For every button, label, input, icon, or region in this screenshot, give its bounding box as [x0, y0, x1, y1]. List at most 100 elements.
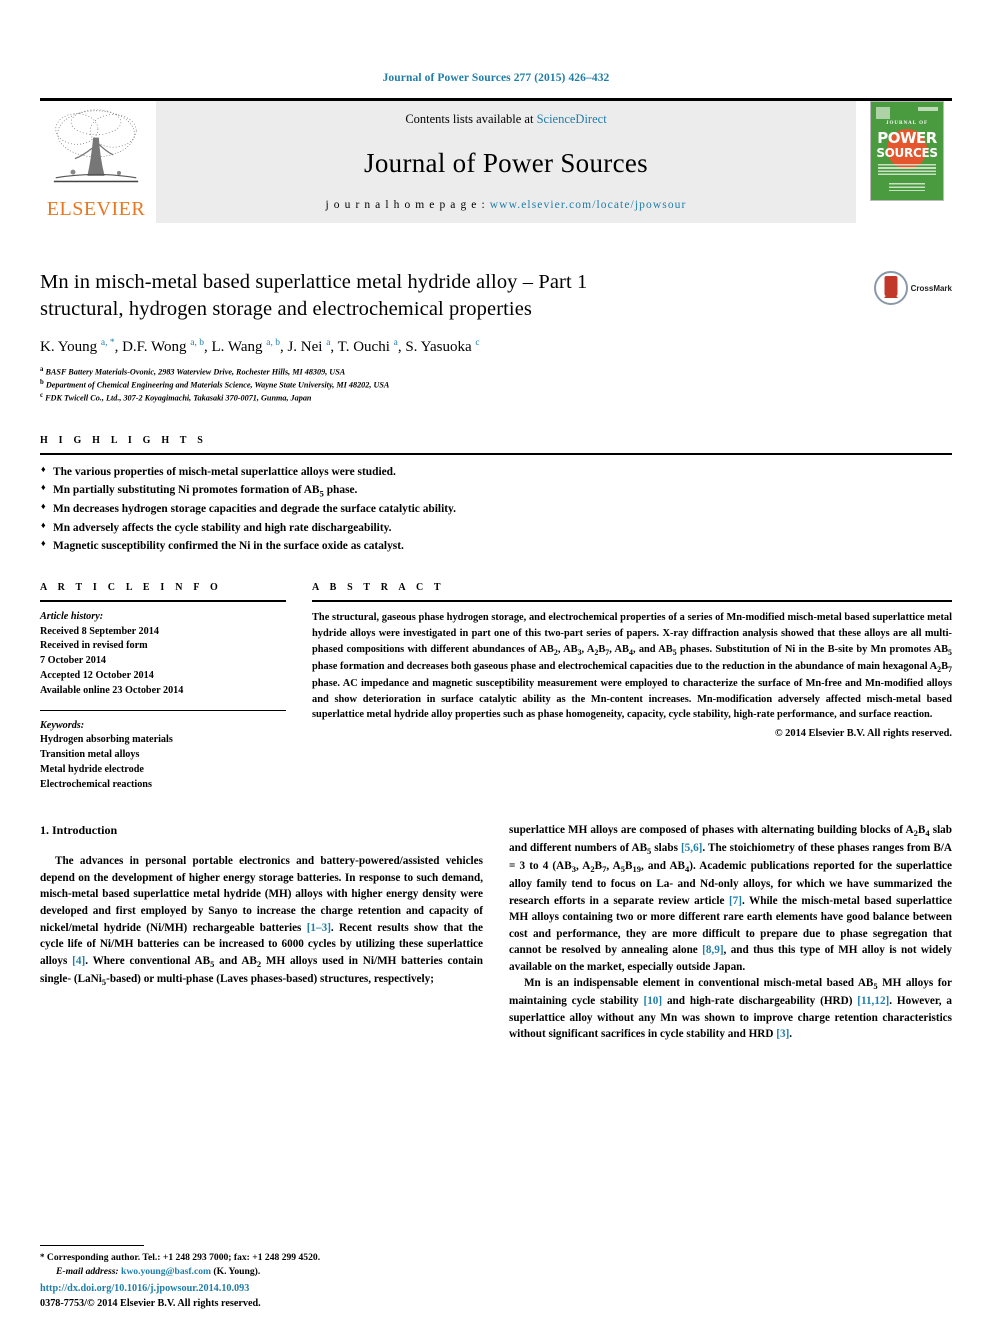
author-marks: a	[326, 338, 331, 349]
section-heading-introduction: 1. Introduction	[40, 823, 118, 838]
citation-link[interactable]: [7]	[729, 895, 742, 907]
author-name: S. Yasuoka	[405, 339, 472, 356]
cover-word-power: POWER	[877, 129, 937, 147]
highlight-text: Magnetic susceptibility confirmed the Ni…	[53, 540, 404, 553]
asterisk-icon: *	[40, 1252, 45, 1263]
footnote-rule	[40, 1245, 144, 1247]
author-entry: J. Nei a	[287, 338, 331, 355]
affiliation-text: Department of Chemical Engineering and M…	[45, 380, 390, 390]
paper-page: Journal of Power Sources 277 (2015) 426–…	[0, 0, 992, 1323]
history-line: Received 8 September 2014	[40, 625, 159, 637]
cover-image: JOURNAL OF POWER SOURCES	[870, 101, 944, 201]
highlight-text: The various properties of misch-metal su…	[53, 465, 396, 478]
cover-issn-block	[918, 107, 938, 111]
elsevier-logo: ELSEVIER	[40, 101, 152, 223]
citation-link[interactable]: [1–3]	[307, 922, 331, 934]
author-list: K. Young a, *, D.F. Wong a, b, L. Wang a…	[40, 338, 480, 356]
journal-title: Journal of Power Sources	[364, 147, 648, 178]
list-item: The various properties of misch-metal su…	[40, 462, 952, 481]
title-and-authors: Mn in misch-metal based superlattice met…	[40, 269, 852, 405]
author-name: T. Ouchi	[337, 339, 390, 356]
author-name: K. Young	[40, 339, 98, 356]
journal-masthead: ELSEVIER Contents lists available at Sci…	[40, 98, 952, 223]
citation-link[interactable]: [10]	[643, 995, 662, 1007]
affiliation-mark: c	[40, 392, 44, 400]
email-label: E-mail address:	[56, 1266, 119, 1278]
author-entry: L. Wang a, b	[211, 338, 280, 356]
list-item: Magnetic susceptibility confirmed the Ni…	[40, 536, 952, 555]
paragraph: superlattice MH alloys are composed of p…	[509, 824, 952, 973]
keywords-group: Keywords: Hydrogen absorbing materials T…	[40, 719, 286, 793]
crossmark-label: CrossMark	[910, 283, 952, 293]
keyword-item: Electrochemical reactions	[40, 778, 152, 790]
citation-link[interactable]: [4]	[72, 955, 85, 967]
abstract-text: The structural, gaseous phase hydrogen s…	[312, 611, 952, 721]
elsevier-wordmark: ELSEVIER	[46, 198, 146, 220]
corresponding-author-text: Corresponding author. Tel.: +1 248 293 7…	[46, 1252, 321, 1264]
author-marks: a, *	[100, 338, 115, 349]
citation-link[interactable]: [8,9]	[702, 944, 723, 956]
article-history-group: Article history: Received 8 September 20…	[40, 610, 286, 699]
history-line: Available online 23 October 2014	[40, 684, 184, 696]
crossmark-badge[interactable]: CrossMark	[873, 271, 952, 305]
affiliation-item: a BASF Battery Materials-Ovonic, 2983 Wa…	[40, 365, 840, 378]
corresponding-author-note: * Corresponding author. Tel.: +1 248 293…	[40, 1251, 472, 1265]
citation-link[interactable]: [11,12]	[857, 995, 889, 1007]
list-item: Mn partially substituting Ni promotes fo…	[40, 480, 952, 500]
body-columns: 1. Introduction The advances in personal…	[40, 822, 952, 1043]
article-info-body: Article history: Received 8 September 20…	[40, 602, 286, 793]
list-item: Mn decreases hydrogen storage capacities…	[40, 499, 952, 518]
author-entry: T. Ouchi a	[337, 338, 398, 356]
highlight-text: Mn decreases hydrogen storage capacities…	[53, 503, 456, 516]
cover-journal-of-text: JOURNAL OF	[885, 121, 929, 126]
highlight-text: Mn partially substituting Ni promotes fo…	[53, 484, 358, 499]
author-name: L. Wang	[211, 339, 263, 356]
abstract-section: A B S T R A C T The structural, gaseous …	[312, 582, 952, 793]
affiliation-text: BASF Battery Materials-Ovonic, 2983 Wate…	[45, 367, 346, 377]
affiliation-item: b Department of Chemical Engineering and…	[40, 378, 840, 391]
footer-block: http://dx.doi.org/10.1016/j.jpowsour.201…	[40, 1282, 472, 1311]
cover-word-sources: SOURCES	[876, 146, 938, 160]
keyword-item: Metal hydride electrode	[40, 763, 144, 775]
abstract-body: The structural, gaseous phase hydrogen s…	[312, 602, 952, 739]
cover-elsevier-mark-icon	[876, 107, 890, 119]
history-line: 7 October 2014	[40, 655, 107, 667]
page-title: Mn in misch-metal based superlattice met…	[40, 269, 840, 323]
issn-copyright-line: 0378-7753/© 2014 Elsevier B.V. All right…	[40, 1297, 261, 1309]
highlights-list: The various properties of misch-metal su…	[40, 455, 952, 556]
email-link[interactable]: kwo.young@basf.com	[121, 1266, 211, 1277]
sciencedirect-link[interactable]: ScienceDirect	[537, 112, 607, 126]
keywords-separator	[40, 709, 286, 711]
info-abstract-row: A R T I C L E I N F O Article history: R…	[40, 582, 952, 793]
article-history-label: Article history:	[40, 610, 104, 622]
article-info-section: A R T I C L E I N F O Article history: R…	[40, 582, 286, 793]
keyword-item: Transition metal alloys	[40, 749, 140, 761]
title-block: Mn in misch-metal based superlattice met…	[40, 269, 952, 405]
body-column-left: 1. Introduction The advances in personal…	[40, 822, 483, 1043]
keyword-item: Hydrogen absorbing materials	[40, 734, 173, 746]
highlights-heading: H I G H L I G H T S	[40, 434, 207, 446]
doi-link[interactable]: http://dx.doi.org/10.1016/j.jpowsour.201…	[40, 1282, 472, 1296]
paragraph: The advances in personal portable electr…	[40, 855, 483, 987]
masthead-center: Contents lists available at ScienceDirec…	[156, 101, 856, 223]
highlight-text: Mn adversely affects the cycle stability…	[53, 521, 392, 534]
running-head: Journal of Power Sources 277 (2015) 426–…	[382, 72, 610, 84]
author-entry: D.F. Wong a, b	[122, 338, 204, 356]
citation-link[interactable]: [5,6]	[681, 842, 702, 854]
author-marks: a, b	[266, 338, 280, 349]
contents-available-line: Contents lists available at ScienceDirec…	[405, 112, 606, 127]
contents-prefix: Contents lists available at	[405, 112, 537, 126]
author-marks: c	[475, 338, 480, 349]
highlights-section: H I G H L I G H T S The various properti…	[40, 435, 952, 556]
affiliation-list: a BASF Battery Materials-Ovonic, 2983 Wa…	[40, 365, 840, 405]
crossmark-icon	[873, 271, 908, 305]
elsevier-tree-icon	[53, 109, 139, 183]
journal-homepage-line: j o u r n a l h o m e p a g e : www.else…	[326, 199, 687, 211]
homepage-url-link[interactable]: www.elsevier.com/locate/jpowsour	[490, 199, 687, 211]
citation-link[interactable]: [3]	[776, 1028, 789, 1040]
homepage-prefix: j o u r n a l h o m e p a g e :	[325, 199, 490, 211]
author-name: D.F. Wong	[122, 339, 187, 356]
affiliation-text: FDK Twicell Co., Ltd., 307-2 Koyagimachi…	[45, 394, 312, 404]
author-marks: a, b	[190, 338, 204, 349]
journal-cover-thumbnail: JOURNAL OF POWER SOURCES	[862, 101, 952, 223]
